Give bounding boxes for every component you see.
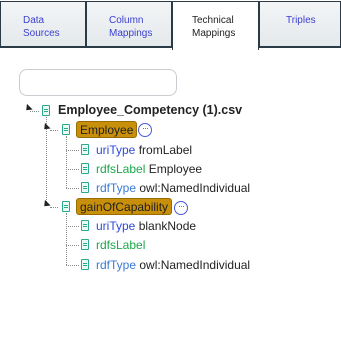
more-options-icon[interactable]: ··· [174,201,188,215]
property-key: uriType [96,219,136,233]
property-file-icon [81,144,89,155]
property-row[interactable]: rdfType owl:NamedIndividual [96,181,250,195]
node-file-icon [62,201,70,212]
property-key: rdfType [96,181,137,195]
csv-file-icon [42,105,50,116]
root-file-label[interactable]: Employee_Competency (1).csv [58,103,242,117]
property-value: owl:NamedIndividual [139,181,251,195]
tree-connector [30,111,39,112]
property-row[interactable]: rdfsLabel [96,238,145,252]
tree-connector [66,169,79,170]
property-value: fromLabel [138,143,193,157]
node-gainofcapability-label[interactable]: gainOfCapability [76,198,173,215]
tree-connector [66,245,79,246]
tree-connector [66,150,79,151]
property-key: uriType [96,143,136,157]
property-file-icon [81,182,89,193]
tree-connector [66,265,79,266]
more-options-icon[interactable]: ··· [138,123,152,137]
property-key: rdfType [96,258,137,272]
property-row[interactable]: uriType blankNode [96,219,196,233]
node-employee-label[interactable]: Employee [76,121,138,138]
property-key: rdfsLabel [96,162,146,176]
mapping-tree: Employee_Competency (1).csv Employee ···… [0,0,341,350]
property-row[interactable]: rdfsLabel Employee [96,162,202,176]
tree-connector [50,130,58,131]
tree-connector [66,226,79,227]
tree-connector [50,207,58,208]
property-value: owl:NamedIndividual [139,258,251,272]
property-file-icon [81,239,89,250]
tree-connector [66,213,67,265]
node-file-icon [62,124,70,135]
property-file-icon [81,163,89,174]
tree-connector [66,188,79,189]
property-row[interactable]: rdfType owl:NamedIndividual [96,258,250,272]
property-value: Employee [148,162,203,176]
property-row[interactable]: uriType fromLabel [96,143,192,157]
property-file-icon [81,220,89,231]
property-value: blankNode [138,219,197,233]
property-file-icon [81,259,89,270]
tree-connector [66,136,67,188]
property-key: rdfsLabel [96,238,146,252]
